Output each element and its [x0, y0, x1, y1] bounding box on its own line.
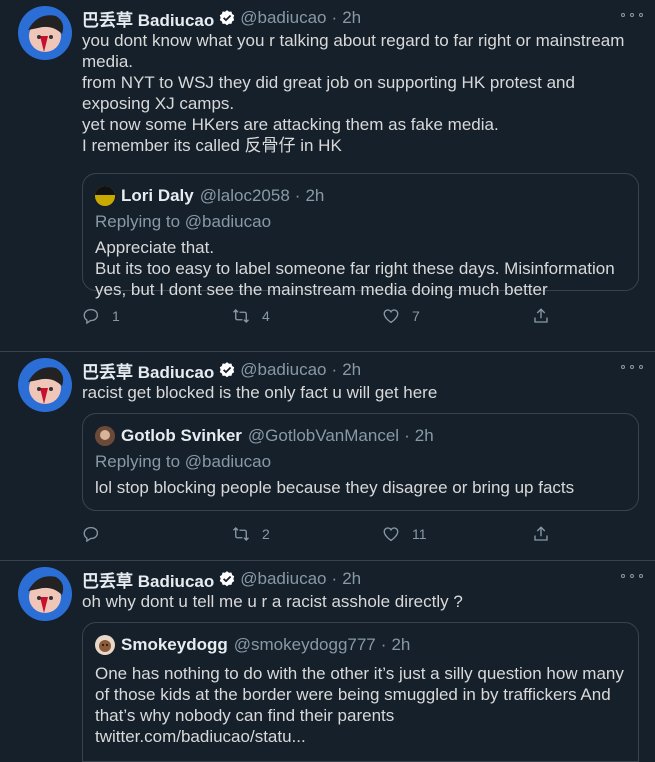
quote-author-name: Gotlob Svinker — [121, 426, 242, 445]
like-count: 7 — [412, 308, 420, 324]
tweet[interactable]: 巴丢草 Badiucao @badiucao · 2h racist get b… — [0, 352, 655, 561]
more-options-icon[interactable] — [621, 6, 643, 24]
quoted-tweet[interactable]: Smokeydogg @smokeydogg777 · 2h One has n… — [82, 622, 639, 762]
quote-timestamp: 2h — [414, 426, 434, 445]
quote-text: One has nothing to do with the other it’… — [95, 664, 624, 746]
retweet-button[interactable]: 2 — [232, 525, 382, 543]
reply-icon — [83, 308, 99, 325]
share-button[interactable] — [532, 525, 562, 543]
reply-count: 1 — [112, 308, 120, 324]
retweet-icon — [233, 309, 249, 323]
timestamp[interactable]: 2h — [342, 8, 361, 28]
tweet-text: racist get blocked is the only fact u wi… — [82, 383, 438, 402]
separator-dot: · — [331, 360, 338, 379]
replying-to: Replying to @badiucao — [95, 452, 272, 471]
share-button[interactable] — [532, 307, 562, 325]
quote-author-handle: @laloc2058 — [199, 186, 290, 205]
timestamp[interactable]: 2h — [342, 360, 361, 380]
heart-icon — [383, 309, 399, 324]
avatar[interactable] — [18, 6, 72, 60]
reply-button[interactable]: 1 — [82, 307, 232, 325]
quote-avatar — [95, 635, 115, 655]
quoted-tweet[interactable]: Gotlob Svinker @GotlobVanMancel · 2h Rep… — [82, 413, 639, 511]
quote-author-name: Lori Daly — [121, 186, 194, 205]
avatar[interactable] — [18, 567, 72, 621]
share-icon — [534, 308, 548, 323]
timestamp[interactable]: 2h — [342, 569, 361, 589]
quoted-tweet[interactable]: Lori Daly @laloc2058 · 2h Replying to @b… — [82, 173, 639, 299]
author-handle[interactable]: @badiucao — [240, 569, 326, 589]
retweet-count: 4 — [262, 308, 270, 324]
avatar[interactable] — [18, 358, 72, 412]
more-options-icon[interactable] — [621, 567, 643, 585]
verified-badge-icon — [220, 571, 235, 587]
author-handle[interactable]: @badiucao — [240, 8, 326, 28]
separator-dot: · — [380, 635, 387, 654]
action-bar: 2 11 — [82, 511, 639, 557]
replying-to: Replying to @badiucao — [95, 212, 272, 231]
quote-avatar — [95, 186, 115, 206]
reply-button[interactable] — [82, 525, 232, 543]
author-handle[interactable]: @badiucao — [240, 360, 326, 380]
like-count: 11 — [412, 526, 427, 542]
quote-timestamp: 2h — [305, 186, 325, 205]
retweet-icon — [233, 527, 249, 541]
tweet[interactable]: 巴丢草 Badiucao @badiucao · 2h you dont kno… — [0, 0, 655, 352]
quote-timestamp: 2h — [391, 635, 411, 654]
quote-author-handle: @smokeydogg777 — [233, 635, 376, 654]
author-name[interactable]: 巴丢草 Badiucao — [82, 358, 214, 383]
share-icon — [534, 526, 548, 541]
tweet[interactable]: 巴丢草 Badiucao @badiucao · 2h oh why dont … — [0, 561, 655, 762]
quote-author-handle: @GotlobVanMancel — [247, 426, 400, 445]
author-name[interactable]: 巴丢草 Badiucao — [82, 6, 214, 31]
quote-text: Appreciate that. But its too easy to lab… — [95, 238, 615, 299]
author-name[interactable]: 巴丢草 Badiucao — [82, 567, 214, 592]
reply-icon — [83, 526, 99, 543]
quote-author-name: Smokeydogg — [121, 635, 228, 654]
more-options-icon[interactable] — [621, 358, 643, 376]
separator-dot: · — [331, 569, 338, 588]
verified-badge-icon — [220, 362, 235, 378]
tweet-text: oh why dont u tell me u r a racist assho… — [82, 592, 463, 611]
retweet-button[interactable]: 4 — [232, 307, 382, 325]
heart-icon — [383, 527, 399, 542]
quote-text: lol stop blocking people because they di… — [95, 478, 575, 497]
retweet-count: 2 — [262, 526, 270, 542]
like-button[interactable]: 7 — [382, 307, 532, 325]
quote-avatar — [95, 426, 115, 446]
separator-dot: · — [331, 8, 338, 27]
separator-dot: · — [404, 426, 410, 445]
like-button[interactable]: 11 — [382, 525, 532, 543]
separator-dot: · — [294, 186, 301, 205]
tweet-text: you dont know what you r talking about r… — [82, 31, 625, 155]
verified-badge-icon — [220, 10, 235, 26]
